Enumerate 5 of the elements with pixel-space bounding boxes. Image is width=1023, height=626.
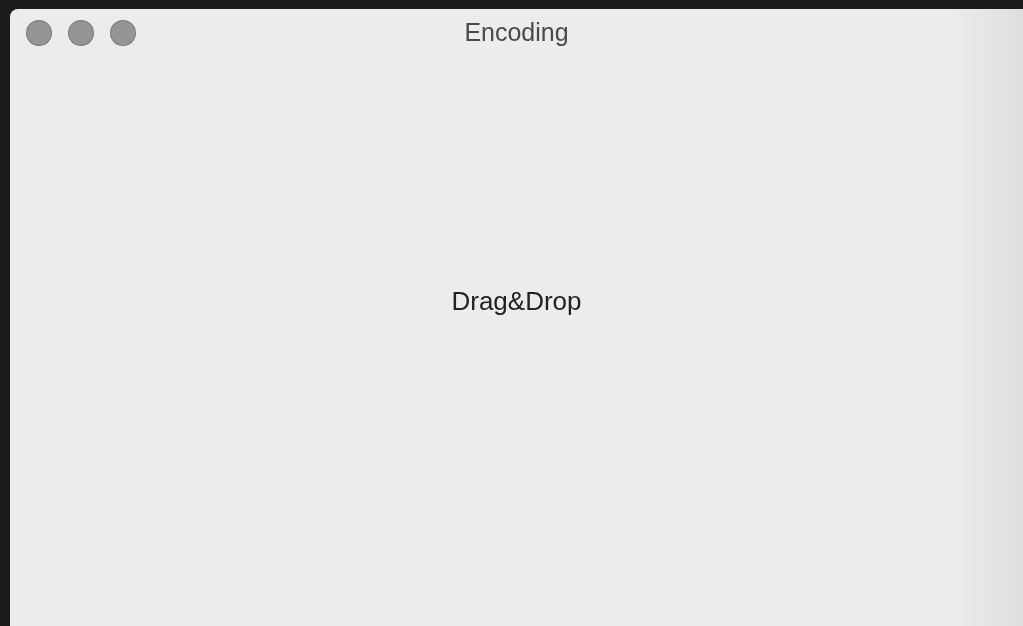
minimize-button[interactable] [68, 20, 94, 46]
drop-zone-label: Drag&Drop [451, 286, 582, 317]
close-button[interactable] [26, 20, 52, 46]
window-title: Encoding [464, 17, 569, 47]
zoom-button[interactable] [110, 20, 136, 46]
